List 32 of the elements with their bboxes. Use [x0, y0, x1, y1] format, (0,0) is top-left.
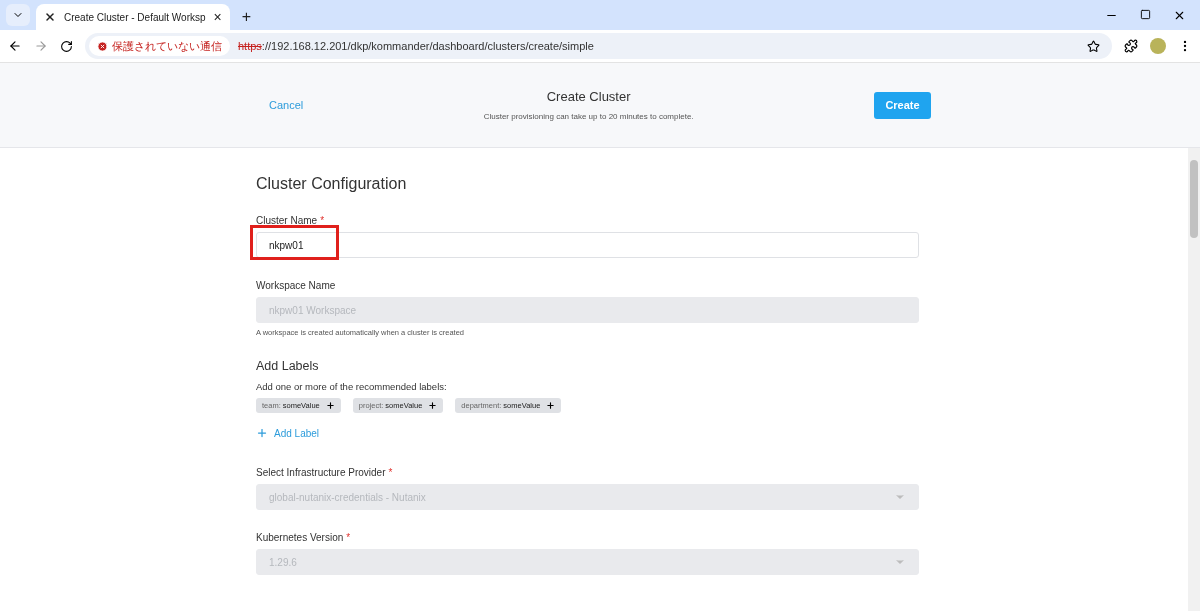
security-chip[interactable]: 保護されていない通信 [89, 36, 230, 56]
warning-icon [97, 40, 108, 52]
field-label: Cluster Name * [256, 215, 326, 226]
plus-icon [325, 401, 335, 410]
labels-description: Add one or more of the recommended labels: [256, 381, 448, 392]
page-title: Create Cluster [546, 89, 631, 104]
field-label: Workspace Name [256, 280, 337, 291]
site-logo-icon [44, 11, 56, 23]
plus-icon [256, 427, 268, 439]
section-heading: Add Labels [256, 359, 320, 373]
scrollbar-thumb[interactable] [1190, 160, 1198, 238]
address-bar[interactable]: 保護されていない通信 https://192.168.12.201/dkp/kommander/dashboard/clusters/create/simple [85, 33, 1112, 59]
tab-close-icon[interactable]: × [213, 10, 222, 24]
browser-tab[interactable]: Create Cluster - Default Worksp × [36, 4, 230, 30]
bookmark-star-icon[interactable] [1087, 39, 1100, 53]
scrollbar[interactable] [1188, 148, 1200, 611]
section-title: Cluster Configuration [256, 175, 408, 193]
input-field[interactable]: nkpw01 [256, 232, 919, 258]
field-label: Select Infrastructure Provider * [256, 467, 394, 478]
reload-icon[interactable] [60, 39, 73, 53]
page-subtitle: Cluster provisioning can take up to 20 minutes to complete. [483, 112, 694, 121]
maximize-icon[interactable] [1140, 8, 1151, 20]
extensions-icon[interactable] [1124, 39, 1138, 53]
tab-list-button[interactable] [6, 4, 30, 26]
url-scheme: https [238, 40, 262, 52]
plus-icon [546, 401, 556, 410]
url-text: ://192.168.12.201/dkp/kommander/dashboard/clusters/create/simple [261, 40, 595, 52]
new-tab-button[interactable]: + [235, 8, 258, 26]
field-label: Kubernetes Version * [256, 532, 352, 543]
back-icon[interactable] [8, 39, 22, 53]
forward-icon[interactable] [34, 39, 48, 53]
plus-icon [428, 401, 438, 410]
